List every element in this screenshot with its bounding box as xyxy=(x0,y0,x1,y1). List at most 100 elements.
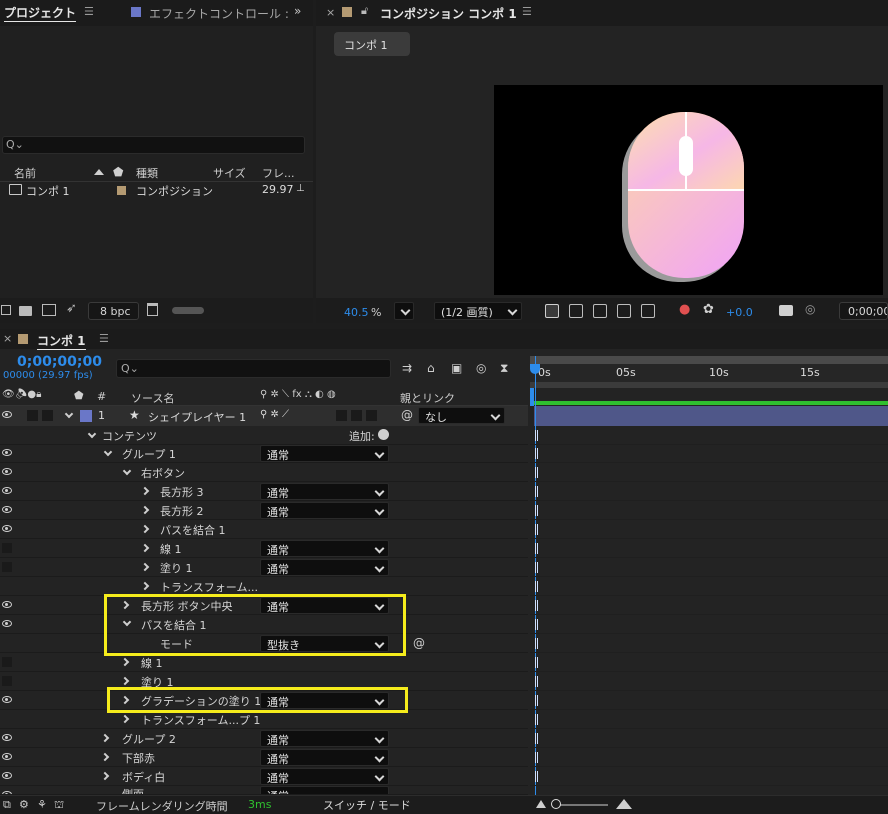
timeline-search-input[interactable]: Q⌄ xyxy=(116,359,391,378)
layer-label-color[interactable] xyxy=(80,410,92,422)
snapshot-icon[interactable] xyxy=(779,305,793,316)
eye-icon[interactable] xyxy=(2,411,12,418)
fast-previews-icon[interactable] xyxy=(545,304,559,318)
eye-icon[interactable] xyxy=(2,753,12,760)
overflow-icon[interactable]: » xyxy=(294,4,301,18)
blend-mode-dropdown[interactable]: 通常 xyxy=(260,540,389,557)
prop-row-rect2[interactable]: 長方形 2 通常 xyxy=(0,501,528,520)
project-item-row[interactable]: コンポ 1 コンポジション 29.97 ⊥ xyxy=(0,181,313,199)
footer-icon-2[interactable]: ⚙ xyxy=(19,798,29,811)
eye-icon[interactable] xyxy=(2,487,12,494)
timeline-ruler[interactable]: 0s 05s 10s 15s xyxy=(530,356,888,388)
col-type[interactable]: 種類 xyxy=(136,165,158,181)
blend-mode-dropdown[interactable]: 通常 xyxy=(260,730,389,747)
hide-shy-layers-icon[interactable]: ▣ xyxy=(451,361,462,375)
prop-row-body-white[interactable]: ボディ白 通常 xyxy=(0,767,528,786)
comp-mini-flowchart-icon[interactable]: ⇉ xyxy=(402,361,412,375)
transparency-grid-icon[interactable] xyxy=(569,304,583,318)
layer-switches-icon[interactable]: ⚲ ✲ ⟋ xyxy=(260,409,289,420)
add-play-icon[interactable] xyxy=(378,429,389,440)
chevron-right-icon[interactable] xyxy=(120,714,130,724)
tab-project[interactable]: プロジェクト xyxy=(4,4,77,22)
eye-icon[interactable] xyxy=(2,734,12,741)
pickwhip-icon[interactable]: @ xyxy=(401,408,413,422)
hidden-eye-box[interactable] xyxy=(2,562,12,572)
col-fps[interactable]: フレ... xyxy=(262,165,295,181)
eye-icon[interactable] xyxy=(2,506,12,513)
add-label[interactable]: 追加: xyxy=(349,428,375,444)
zoom-value[interactable]: 40.5 xyxy=(344,306,369,319)
hidden-eye-box[interactable] xyxy=(2,657,12,667)
bpc-button[interactable]: 8 bpc xyxy=(88,302,139,320)
prop-row-merge-paths[interactable]: パスを結合 1 xyxy=(0,520,528,539)
lock-box[interactable] xyxy=(42,410,53,421)
layer-name[interactable]: シェイプレイヤー 1 xyxy=(148,409,246,425)
eye-icon[interactable] xyxy=(2,772,12,779)
lock-icon[interactable]: 🔓︎ xyxy=(361,4,368,18)
new-folder-icon[interactable] xyxy=(19,306,32,316)
chevron-down-icon[interactable] xyxy=(64,409,74,419)
resolution-dropdown[interactable]: (1/2 画質) xyxy=(434,302,522,320)
eye-icon[interactable] xyxy=(2,696,12,703)
eye-icon[interactable] xyxy=(2,525,12,532)
chevron-right-icon[interactable] xyxy=(140,543,150,553)
chevron-right-icon[interactable] xyxy=(100,733,110,743)
prop-row-bottom-red[interactable]: 下部赤 通常 xyxy=(0,748,528,767)
interpret-footage-icon[interactable] xyxy=(1,305,11,315)
eye-icon[interactable] xyxy=(2,601,12,608)
layer-duration-bar[interactable] xyxy=(534,406,888,426)
solo-box[interactable] xyxy=(27,410,38,421)
col-size[interactable]: サイズ xyxy=(213,165,246,181)
new-composition-icon[interactable] xyxy=(42,304,56,316)
hidden-eye-box[interactable] xyxy=(2,676,12,686)
motion-blur-icon[interactable]: ⧗ xyxy=(500,361,508,376)
blend-mode-dropdown[interactable]: 通常 xyxy=(260,786,389,794)
footer-icon-3[interactable]: ⚘ xyxy=(37,798,47,811)
chevron-right-icon[interactable] xyxy=(100,771,110,781)
region-of-interest-icon[interactable] xyxy=(617,304,631,318)
zoom-out-icon[interactable] xyxy=(536,800,546,808)
trash-icon[interactable] xyxy=(147,303,158,316)
footer-icon-4[interactable]: ⛫ xyxy=(54,798,64,813)
comp-hamburger-icon[interactable]: ☰ xyxy=(522,5,532,18)
blend-mode-dropdown[interactable]: 通常 xyxy=(260,445,389,462)
col-parent-link[interactable]: 親とリンク xyxy=(400,390,455,406)
prop-row-side[interactable]: 側面 通常 xyxy=(0,786,528,795)
viewer-timecode[interactable]: 0;00;00;0 xyxy=(839,302,888,320)
tab-timeline[interactable]: コンポ 1 xyxy=(37,332,86,350)
comp-breadcrumb[interactable]: コンポ 1 xyxy=(334,32,410,56)
zoom-slider-knob[interactable] xyxy=(551,799,561,809)
color-management-icon[interactable]: ✿ xyxy=(703,302,714,317)
draft-3d-icon[interactable]: ⌂ xyxy=(427,361,435,375)
chevron-right-icon[interactable] xyxy=(120,676,130,686)
eye-icon[interactable] xyxy=(2,620,12,627)
chevron-right-icon[interactable] xyxy=(140,581,150,591)
expression-pickwhip-icon[interactable]: @ xyxy=(413,636,425,650)
blend-mode-dropdown[interactable]: 通常 xyxy=(260,502,389,519)
footer-icon-1[interactable]: ⧉ xyxy=(3,798,11,812)
show-snapshot-icon[interactable]: ◎ xyxy=(805,302,815,316)
col-name[interactable]: 名前 xyxy=(14,165,36,181)
chevron-right-icon[interactable] xyxy=(140,524,150,534)
blend-mode-dropdown[interactable]: 通常 xyxy=(260,768,389,785)
exposure-value[interactable]: +0.0 xyxy=(726,306,753,319)
prop-row-group2[interactable]: グループ 2 通常 xyxy=(0,729,528,748)
mb-box[interactable] xyxy=(351,410,362,421)
prop-row-right-button[interactable]: 右ボタン xyxy=(0,463,528,482)
chevron-right-icon[interactable] xyxy=(140,505,150,515)
tab-effect-controls[interactable]: エフェクトコントロール : xyxy=(149,5,289,22)
blend-mode-dropdown[interactable]: 通常 xyxy=(260,749,389,766)
col-source-name[interactable]: ソース名 xyxy=(131,390,174,406)
layer-row[interactable]: 1 ★ シェイプレイヤー 1 ⚲ ✲ ⟋ @ なし xyxy=(0,406,528,426)
switch-mode-toggle[interactable]: スイッチ / モード xyxy=(323,797,411,813)
hidden-eye-box[interactable] xyxy=(2,543,12,553)
project-search-input[interactable]: Q⌄ xyxy=(2,136,305,154)
channel-icon[interactable]: ● xyxy=(679,302,690,317)
timeline-hamburger-icon[interactable]: ☰ xyxy=(99,332,109,345)
fx-box[interactable] xyxy=(336,410,347,421)
chevron-down-icon[interactable] xyxy=(122,466,132,476)
prop-row-rect3[interactable]: 長方形 3 通常 xyxy=(0,482,528,501)
render-queue-icon[interactable]: ➶ xyxy=(66,301,77,316)
work-area-bar[interactable] xyxy=(530,356,888,364)
chevron-right-icon[interactable] xyxy=(140,562,150,572)
